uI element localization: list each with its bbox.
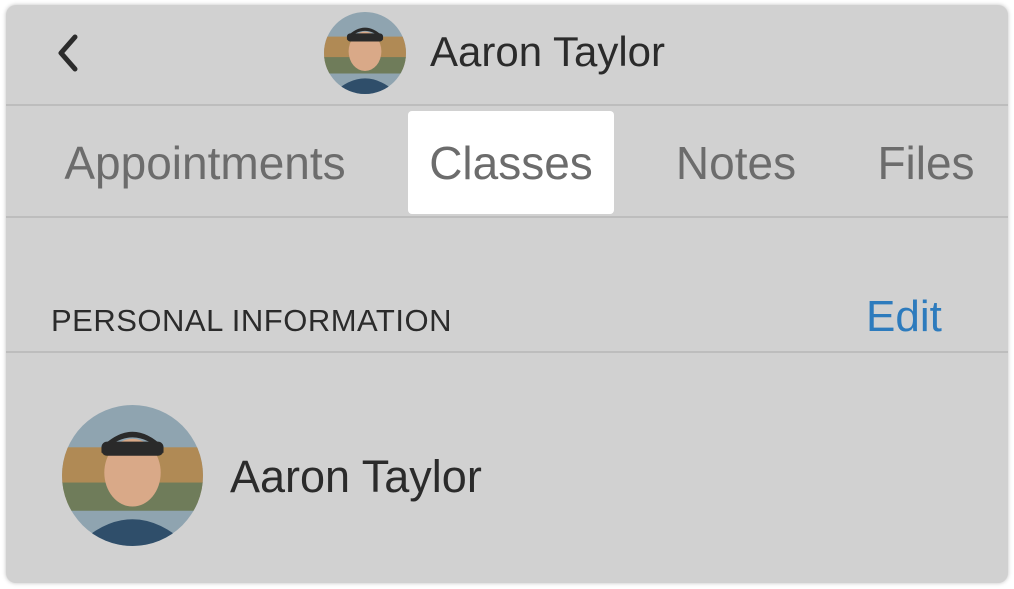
section-divider xyxy=(6,351,1008,353)
tab-files[interactable]: Files xyxy=(856,111,996,214)
tab-notes[interactable]: Notes xyxy=(646,111,826,214)
edit-button[interactable]: Edit xyxy=(866,292,942,342)
back-button[interactable] xyxy=(48,29,88,77)
header-title: Aaron Taylor xyxy=(430,28,666,75)
section-title: PERSONAL INFORMATION xyxy=(51,303,452,338)
header-divider xyxy=(6,104,1008,106)
profile-avatar xyxy=(62,405,203,546)
tab-classes[interactable]: Classes xyxy=(408,111,614,214)
header-avatar xyxy=(324,12,406,94)
client-profile-screen: Aaron Taylor Appointments Classes Notes … xyxy=(6,5,1008,583)
tab-appointments[interactable]: Appointments xyxy=(30,111,380,214)
tab-bar: Appointments Classes Notes Files xyxy=(6,108,1008,218)
chevron-left-icon xyxy=(58,34,78,72)
profile-name: Aaron Taylor xyxy=(230,451,482,502)
header-bar: Aaron Taylor xyxy=(6,5,1008,106)
tabs-divider xyxy=(6,216,1008,218)
